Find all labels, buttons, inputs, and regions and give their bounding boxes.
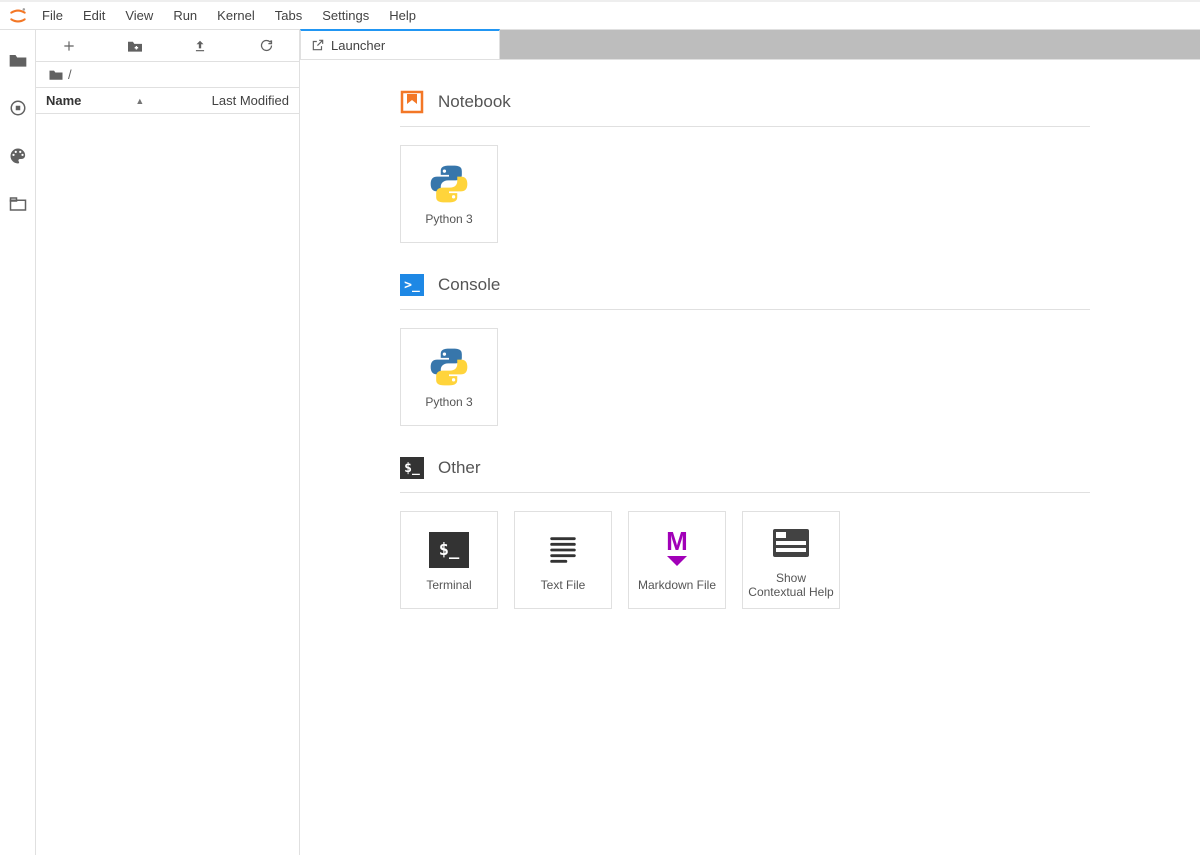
menu-edit[interactable]: Edit bbox=[73, 4, 115, 27]
launcher-section-notebook: Notebook Py bbox=[400, 90, 1200, 243]
file-list-header: Name ▲ Last Modified bbox=[36, 88, 299, 114]
section-title: Other bbox=[438, 458, 481, 478]
jupyter-logo[interactable] bbox=[4, 6, 32, 26]
jupyter-logo-icon bbox=[8, 6, 28, 26]
tab-bar: Launcher bbox=[300, 30, 1200, 60]
menu-kernel[interactable]: Kernel bbox=[207, 4, 265, 27]
notebook-section-icon bbox=[400, 90, 424, 114]
console-section-icon: >_ bbox=[400, 273, 424, 297]
palette-icon bbox=[9, 147, 27, 165]
file-browser-panel: / Name ▲ Last Modified bbox=[36, 30, 300, 855]
contexthelp-icon bbox=[769, 521, 813, 565]
new-launcher-button[interactable] bbox=[36, 30, 102, 61]
launcher-card-notebook-python3[interactable]: Python 3 bbox=[400, 145, 498, 243]
launcher-card-markdown[interactable]: M Markdown File bbox=[628, 511, 726, 609]
running-icon bbox=[9, 99, 27, 117]
tab-launcher[interactable]: Launcher bbox=[300, 29, 500, 59]
section-title: Console bbox=[438, 275, 500, 295]
other-section-icon: $_ bbox=[400, 456, 424, 480]
menu-tabs[interactable]: Tabs bbox=[265, 4, 312, 27]
activity-tabs[interactable] bbox=[8, 194, 28, 214]
svg-text:M: M bbox=[666, 530, 688, 556]
python-icon bbox=[427, 162, 471, 206]
new-folder-button[interactable] bbox=[102, 30, 168, 61]
launcher-card-contexthelp[interactable]: Show Contextual Help bbox=[742, 511, 840, 609]
upload-icon bbox=[193, 38, 207, 54]
launcher-card-terminal[interactable]: $_ Terminal bbox=[400, 511, 498, 609]
textfile-icon bbox=[541, 528, 585, 572]
jupyterlab-app: File Edit View Run Kernel Tabs Settings … bbox=[0, 0, 1200, 855]
card-label: Terminal bbox=[422, 578, 475, 592]
card-label: Text File bbox=[537, 578, 590, 592]
main-area: Launcher Notebook bbox=[300, 30, 1200, 855]
activity-filebrowser[interactable] bbox=[8, 50, 28, 70]
section-title: Notebook bbox=[438, 92, 511, 112]
card-label: Python 3 bbox=[421, 212, 476, 226]
markdown-icon: M bbox=[655, 528, 699, 572]
python-icon bbox=[427, 345, 471, 389]
card-label: Python 3 bbox=[421, 395, 476, 409]
column-header-name[interactable]: Name ▲ bbox=[36, 93, 212, 108]
upload-button[interactable] bbox=[168, 30, 234, 61]
launcher-section-other: $_ Other $_ Terminal bbox=[400, 456, 1200, 609]
refresh-button[interactable] bbox=[233, 30, 299, 61]
menu-file[interactable]: File bbox=[32, 4, 73, 27]
launch-icon bbox=[311, 38, 325, 52]
menubar: File Edit View Run Kernel Tabs Settings … bbox=[0, 2, 1200, 30]
menu-run[interactable]: Run bbox=[163, 4, 207, 27]
activity-commands[interactable] bbox=[8, 146, 28, 166]
activity-running[interactable] bbox=[8, 98, 28, 118]
launcher-section-console: >_ Console bbox=[400, 273, 1200, 426]
plus-icon bbox=[62, 39, 76, 53]
menu-view[interactable]: View bbox=[115, 4, 163, 27]
folder-icon bbox=[8, 51, 28, 69]
breadcrumb-root: / bbox=[68, 67, 72, 82]
card-label: Markdown File bbox=[634, 578, 720, 592]
menu-settings[interactable]: Settings bbox=[312, 4, 379, 27]
menu-help[interactable]: Help bbox=[379, 4, 426, 27]
terminal-icon: $_ bbox=[427, 528, 471, 572]
sort-caret-icon: ▲ bbox=[135, 96, 144, 106]
column-header-modified[interactable]: Last Modified bbox=[212, 93, 299, 108]
launcher-card-textfile[interactable]: Text File bbox=[514, 511, 612, 609]
refresh-icon bbox=[259, 38, 274, 53]
new-folder-icon bbox=[126, 39, 144, 53]
launcher-card-console-python3[interactable]: Python 3 bbox=[400, 328, 498, 426]
tabs-icon bbox=[9, 196, 27, 212]
folder-icon bbox=[48, 68, 64, 81]
tab-label: Launcher bbox=[331, 38, 385, 53]
file-browser-toolbar bbox=[36, 30, 299, 62]
activity-bar bbox=[0, 30, 36, 855]
card-label: Show Contextual Help bbox=[743, 571, 839, 600]
breadcrumb[interactable]: / bbox=[36, 62, 299, 88]
file-list-empty bbox=[36, 114, 299, 855]
launcher-content: Notebook Py bbox=[300, 60, 1200, 855]
